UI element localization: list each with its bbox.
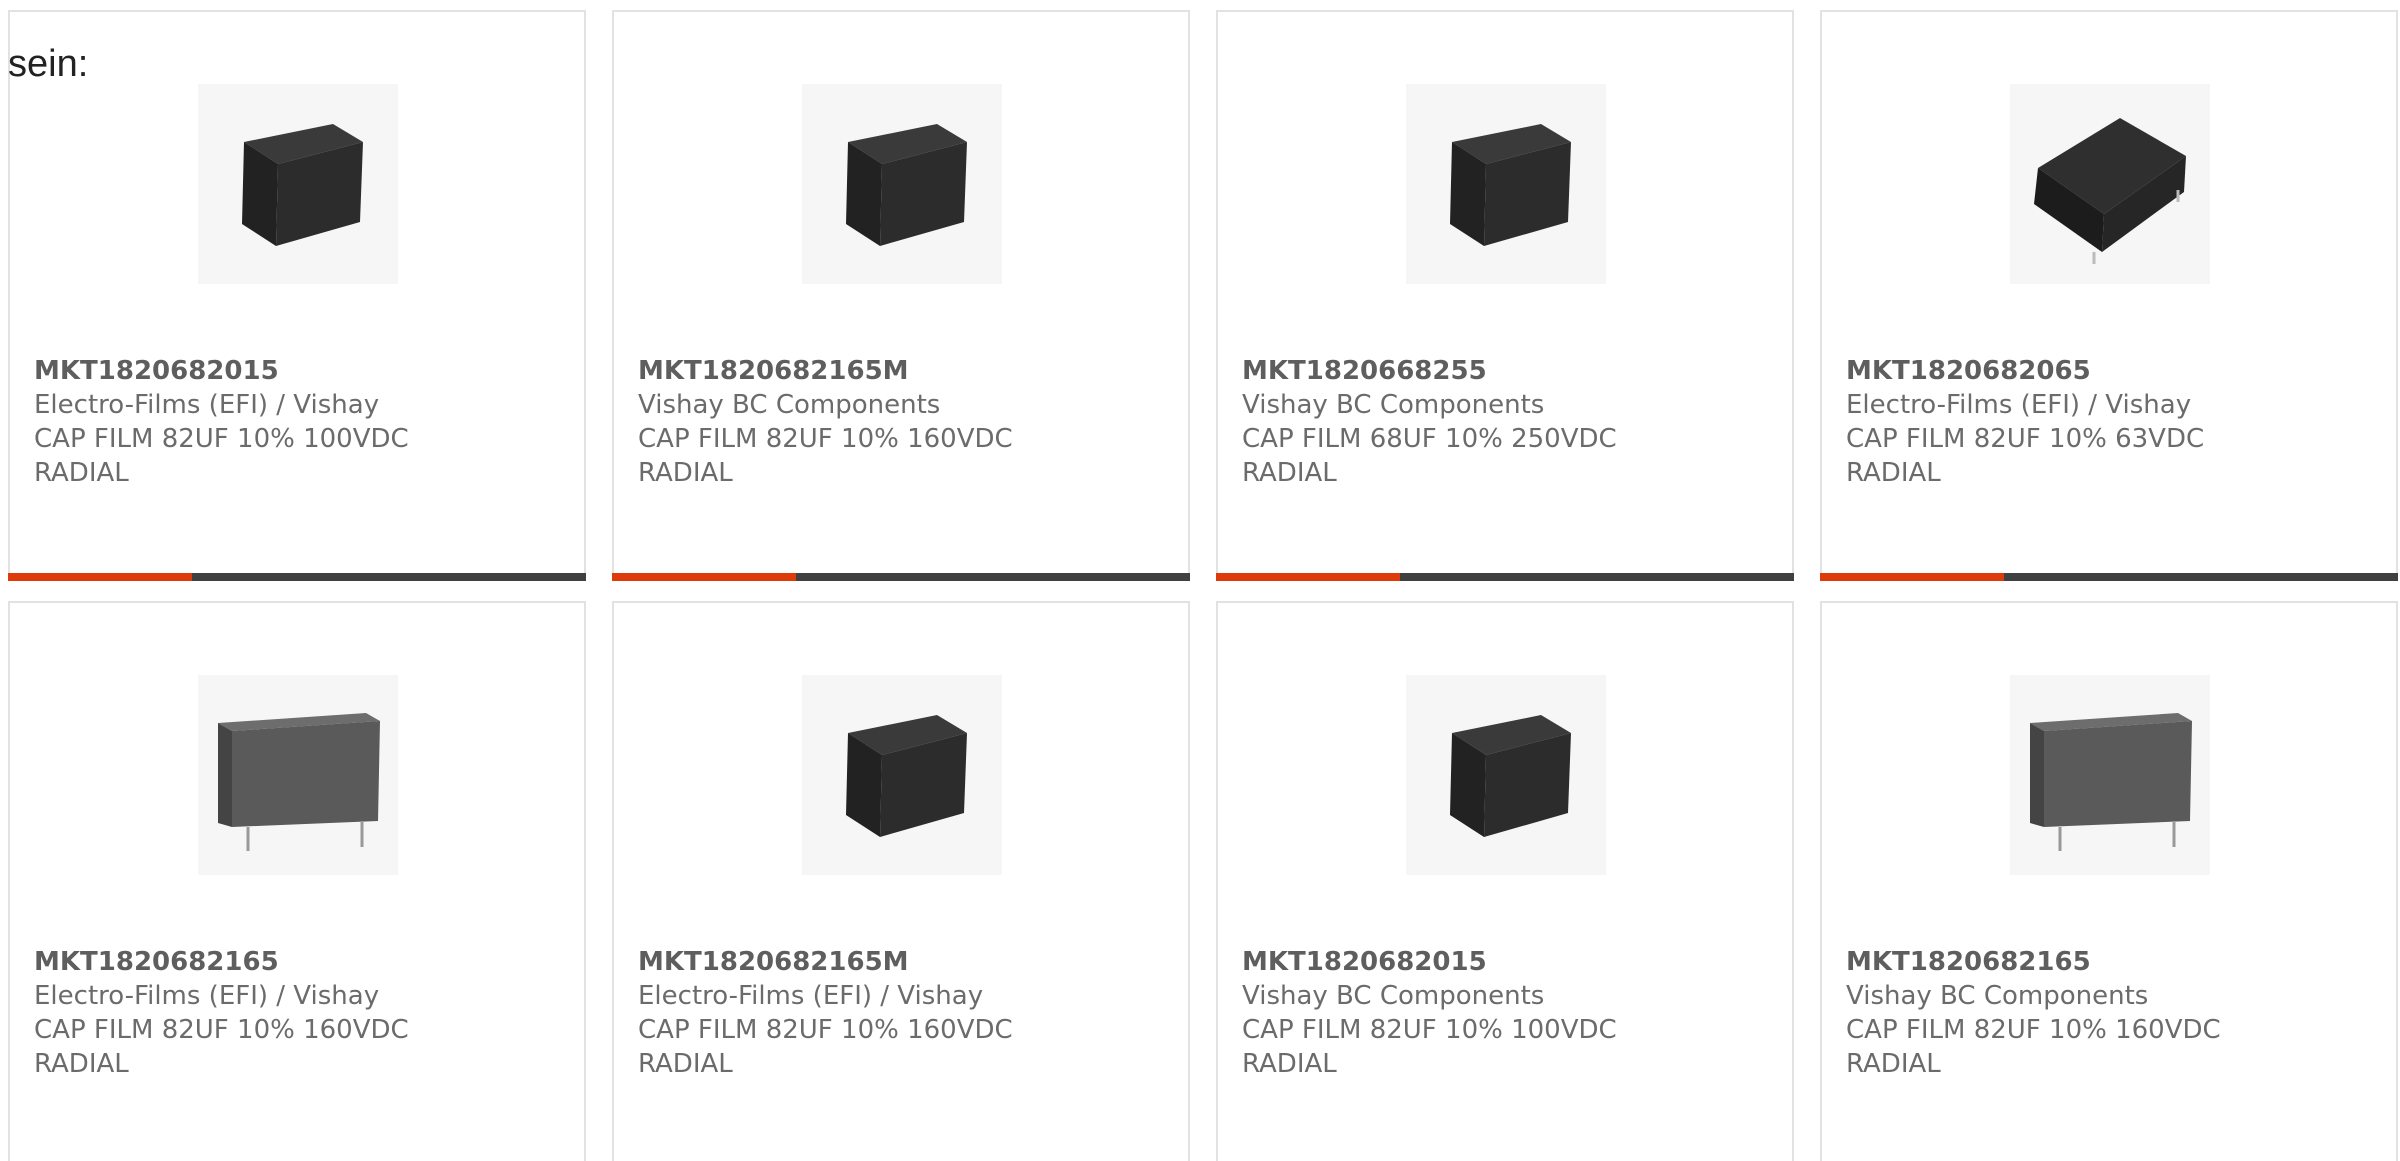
product-card[interactable]: MKT1820682015 Vishay BC Components CAP F… bbox=[1216, 601, 1794, 1161]
package: RADIAL bbox=[1242, 1049, 1337, 1079]
part-number[interactable]: MKT1820682065 bbox=[1846, 354, 2386, 388]
package: RADIAL bbox=[1242, 458, 1337, 488]
description: CAP FILM 82UF 10% 160VDC bbox=[1846, 1015, 2221, 1045]
part-number[interactable]: MKT1820682015 bbox=[34, 354, 574, 388]
part-number[interactable]: MKT1820682015 bbox=[1242, 945, 1782, 979]
product-info: MKT1820682165M Electro-Films (EFI) / Vis… bbox=[638, 945, 1178, 1081]
product-card[interactable]: MKT1820682165 Electro-Films (EFI) / Vish… bbox=[8, 601, 586, 1161]
part-number[interactable]: MKT1820682165 bbox=[34, 945, 574, 979]
black-box-capacitor-icon[interactable] bbox=[198, 84, 398, 284]
manufacturer: Vishay BC Components bbox=[1242, 981, 1545, 1011]
product-card[interactable]: MKT1820682165 Vishay BC Components CAP F… bbox=[1820, 601, 2398, 1161]
product-info: MKT1820682015 Vishay BC Components CAP F… bbox=[1242, 945, 1782, 1081]
product-card[interactable]: MKT1820682065 Electro-Films (EFI) / Vish… bbox=[1820, 10, 2398, 581]
black-box-capacitor-icon[interactable] bbox=[1406, 675, 1606, 875]
product-info: MKT1820682165 Vishay BC Components CAP F… bbox=[1846, 945, 2386, 1081]
description: CAP FILM 82UF 10% 63VDC bbox=[1846, 424, 2205, 454]
description: CAP FILM 82UF 10% 160VDC bbox=[638, 1015, 1013, 1045]
part-number[interactable]: MKT1820682165 bbox=[1846, 945, 2386, 979]
grey-film-capacitor-icon[interactable] bbox=[2010, 675, 2210, 875]
package: RADIAL bbox=[34, 458, 129, 488]
description: CAP FILM 82UF 10% 100VDC bbox=[34, 424, 409, 454]
manufacturer: Vishay BC Components bbox=[638, 390, 941, 420]
card-accent-bar bbox=[1820, 573, 2004, 581]
manufacturer: Electro-Films (EFI) / Vishay bbox=[34, 390, 380, 420]
card-accent-bar bbox=[8, 573, 192, 581]
manufacturer: Electro-Films (EFI) / Vishay bbox=[638, 981, 984, 1011]
card-bottom-bar bbox=[1216, 573, 1794, 581]
product-grid-page: sein: MKT1820682015 Electro-Films (EFI) … bbox=[0, 0, 2400, 1161]
description: CAP FILM 82UF 10% 160VDC bbox=[638, 424, 1013, 454]
package: RADIAL bbox=[638, 458, 733, 488]
part-number[interactable]: MKT1820668255 bbox=[1242, 354, 1782, 388]
manufacturer: Vishay BC Components bbox=[1846, 981, 2149, 1011]
card-accent-bar bbox=[1216, 573, 1400, 581]
product-info: MKT1820682015 Electro-Films (EFI) / Vish… bbox=[34, 354, 574, 490]
product-info: MKT1820682165M Vishay BC Components CAP … bbox=[638, 354, 1178, 490]
product-card[interactable]: MKT1820682165M Electro-Films (EFI) / Vis… bbox=[612, 601, 1190, 1161]
intro-text: sein: bbox=[8, 43, 89, 85]
manufacturer: Electro-Films (EFI) / Vishay bbox=[34, 981, 380, 1011]
card-accent-bar bbox=[612, 573, 796, 581]
card-bottom-bar bbox=[1820, 573, 2398, 581]
product-info: MKT1820682065 Electro-Films (EFI) / Vish… bbox=[1846, 354, 2386, 490]
manufacturer: Vishay BC Components bbox=[1242, 390, 1545, 420]
grey-film-capacitor-icon[interactable] bbox=[198, 675, 398, 875]
product-card[interactable]: MKT1820682165M Vishay BC Components CAP … bbox=[612, 10, 1190, 581]
description: CAP FILM 68UF 10% 250VDC bbox=[1242, 424, 1617, 454]
package: RADIAL bbox=[1846, 458, 1941, 488]
product-card[interactable]: MKT1820668255 Vishay BC Components CAP F… bbox=[1216, 10, 1794, 581]
black-box-capacitor-icon[interactable] bbox=[802, 84, 1002, 284]
part-number[interactable]: MKT1820682165M bbox=[638, 945, 1178, 979]
black-box-capacitor-icon[interactable] bbox=[1406, 84, 1606, 284]
card-bottom-bar bbox=[8, 573, 586, 581]
card-bottom-bar bbox=[612, 573, 1190, 581]
description: CAP FILM 82UF 10% 100VDC bbox=[1242, 1015, 1617, 1045]
part-number[interactable]: MKT1820682165M bbox=[638, 354, 1178, 388]
package: RADIAL bbox=[34, 1049, 129, 1079]
manufacturer: Electro-Films (EFI) / Vishay bbox=[1846, 390, 2192, 420]
package: RADIAL bbox=[638, 1049, 733, 1079]
package: RADIAL bbox=[1846, 1049, 1941, 1079]
black-box-capacitor-icon[interactable] bbox=[802, 675, 1002, 875]
product-info: MKT1820682165 Electro-Films (EFI) / Vish… bbox=[34, 945, 574, 1081]
angled-box-capacitor-icon[interactable] bbox=[2010, 84, 2210, 284]
product-card[interactable]: MKT1820682015 Electro-Films (EFI) / Vish… bbox=[8, 10, 586, 581]
product-info: MKT1820668255 Vishay BC Components CAP F… bbox=[1242, 354, 1782, 490]
description: CAP FILM 82UF 10% 160VDC bbox=[34, 1015, 409, 1045]
